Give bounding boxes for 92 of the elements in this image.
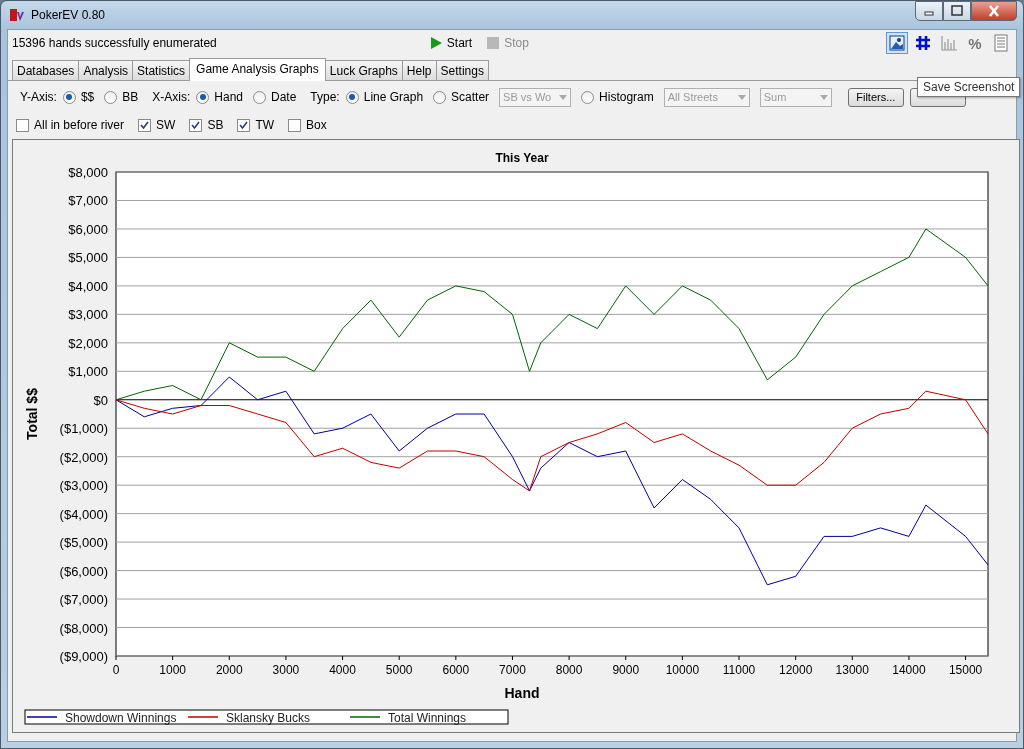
axis-tick-label: 9000 (612, 663, 640, 677)
axis-tick-label: ($7,000) (59, 592, 108, 608)
picture-icon-button[interactable] (886, 32, 908, 54)
legend-label: Total Winnings (388, 711, 467, 725)
axis-tick-label: $0 (93, 392, 108, 408)
tab[interactable]: Analysis (78, 60, 134, 80)
axis-tick-label: 7000 (499, 663, 526, 677)
field-label: Y-Axis: (20, 90, 57, 104)
checkbox[interactable]: TW (237, 118, 275, 132)
axis-title: Hand (504, 685, 540, 701)
app-icon (9, 7, 25, 23)
field-label: Type: (310, 90, 340, 104)
radio-button[interactable]: $$ (62, 90, 95, 104)
axis-tick-label: ($9,000) (59, 649, 108, 664)
start-button[interactable]: Start (426, 36, 475, 50)
stop-icon (486, 36, 501, 50)
radio-circle-icon[interactable] (253, 90, 266, 104)
maximize-button[interactable] (943, 1, 971, 21)
axis-tick-label: 11000 (722, 663, 756, 677)
axis-tick-label: 1000 (159, 663, 186, 677)
axis-tick-label: ($5,000) (59, 535, 108, 551)
radio-button[interactable]: Scatter (433, 90, 490, 104)
checkbox-square-icon[interactable] (288, 118, 302, 132)
tooltip: Save Screenshot (917, 77, 1021, 97)
status-text: 15396 hands successfully enumerated (12, 36, 217, 50)
checkbox-square-icon[interactable] (16, 118, 29, 132)
checkbox-square-icon[interactable] (138, 118, 152, 132)
tab[interactable]: Databases (12, 60, 80, 80)
axis-tick-label: $6,000 (68, 221, 108, 237)
axis-tick-label: 2000 (215, 663, 243, 677)
chart-title: This Year (495, 151, 549, 165)
minimize-button[interactable] (915, 1, 943, 21)
radio-circle-icon[interactable] (104, 90, 118, 104)
caret-icon (819, 94, 828, 100)
window-title: PokerEV 0.80 (31, 8, 106, 22)
radio-circle-icon[interactable] (433, 90, 447, 104)
radio-circle-icon[interactable] (196, 90, 210, 104)
tab[interactable]: Luck Graphs (324, 60, 403, 80)
radio-button[interactable]: BB (104, 90, 139, 104)
axis-tick-label: $2,000 (68, 335, 108, 351)
axis-tick-label: $5,000 (68, 250, 108, 266)
axis-tick-label: ($3,000) (59, 478, 108, 494)
axis-tick-label: 15000 (948, 663, 983, 677)
axis-tick-label: $4,000 (68, 278, 108, 294)
axis-tick-label: 14000 (892, 663, 926, 677)
axis-tick-label: ($4,000) (59, 506, 108, 522)
axis-tick-label: 5000 (385, 663, 413, 677)
checkbox-square-icon[interactable] (237, 118, 251, 132)
checkbox[interactable]: SW (138, 118, 176, 132)
maximize-icon (950, 5, 964, 17)
axis-tick-label: ($8,000) (59, 620, 108, 636)
checkbox[interactable]: Box (288, 118, 327, 132)
percent-button[interactable]: % (964, 32, 986, 54)
axis-tick-label: $1,000 (68, 364, 108, 380)
axis-title: Total $$ (24, 388, 40, 440)
checkbox-square-icon[interactable] (189, 118, 203, 132)
axis-tick-label: $3,000 (68, 307, 108, 323)
axis-tick-label: 13000 (835, 663, 869, 677)
axis-tick-label: ($1,000) (59, 421, 108, 437)
axis-tick-label: $7,000 (68, 193, 108, 209)
checkbox[interactable]: SB (189, 118, 224, 132)
axis-tick-label: $8,000 (68, 165, 108, 180)
radio-button[interactable]: Histogram (581, 90, 654, 104)
radio-button[interactable]: Line Graph (345, 90, 424, 104)
push-button[interactable]: Filters... (847, 87, 904, 107)
radio-button[interactable]: Hand (196, 90, 243, 104)
close-button[interactable] (971, 1, 1017, 21)
radio-button[interactable]: Date (253, 90, 297, 104)
caret-icon (559, 94, 568, 100)
legend-label: Showdown Winnings (65, 711, 177, 725)
close-icon (987, 5, 1001, 17)
axis-tick-label: ($6,000) (59, 563, 108, 579)
legend-label: Sklansky Bucks (226, 711, 311, 725)
tab[interactable]: Game Analysis Graphs (189, 58, 326, 81)
axis-tick-label: 0 (112, 663, 120, 677)
tab[interactable]: Help (401, 60, 437, 80)
radio-circle-icon[interactable] (345, 90, 359, 104)
axis-tick-label: 8000 (555, 663, 583, 677)
checkbox[interactable]: All in before river (16, 118, 125, 132)
axis-tick-label: 10000 (665, 663, 700, 677)
radio-circle-icon[interactable] (62, 90, 76, 104)
tab[interactable]: Settings (435, 60, 489, 80)
tab[interactable]: Statistics (132, 60, 191, 80)
axis-tick-label: 4000 (329, 663, 356, 677)
caret-icon (737, 94, 746, 100)
axis-tick-label: ($2,000) (59, 449, 108, 465)
axis-tick-label: 3000 (272, 663, 300, 677)
radio-circle-icon[interactable] (581, 90, 595, 104)
axis-tick-label: 12000 (778, 663, 813, 677)
axis-tick-label: 6000 (442, 663, 470, 677)
field-label: X-Axis: (152, 90, 191, 104)
play-icon (428, 36, 443, 50)
